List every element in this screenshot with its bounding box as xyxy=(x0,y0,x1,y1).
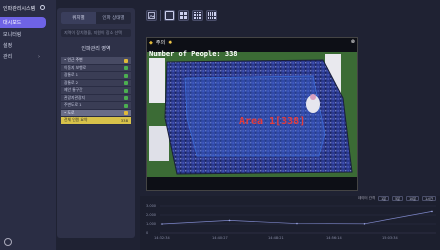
warning-icon: ◆ xyxy=(149,39,153,46)
total-row: 전체 인원 요약 338 xyxy=(61,117,131,125)
chevron-right-icon: › xyxy=(38,53,40,60)
x-tick-label: 14:48:21 xyxy=(268,236,284,240)
area-label: 이동지 보행로 xyxy=(64,64,87,70)
layout-4x4-button[interactable] xyxy=(206,9,217,21)
nav-item-dashboard[interactable]: 대시보드 xyxy=(0,17,46,28)
data-point xyxy=(228,219,231,222)
search-input[interactable]: 지역이 장치명을, 지원이 장소 선택 xyxy=(61,29,131,37)
list-item[interactable]: 주변도로 1 xyxy=(61,102,131,110)
nav-item-label: 대시보드 xyxy=(3,20,22,26)
status-badge xyxy=(124,66,128,70)
area-list: • 인근 주변 이동지 보행로 광통로 1 광통로 2 제안 통구간 관광지관광… xyxy=(61,57,131,125)
area-count: Area 1[338] xyxy=(239,116,306,127)
status-badge xyxy=(124,58,128,63)
list-item[interactable]: • 도로 xyxy=(61,109,131,117)
area-label: 관광지관광지 xyxy=(64,94,85,100)
status-badge xyxy=(124,111,128,115)
tab-by-status[interactable]: 인파 상태별 xyxy=(96,12,131,24)
toolbar-divider xyxy=(160,9,161,21)
camera-feed[interactable]: ◆ 주의 ✹ ⊗ Number of People: 338 Area 1[33… xyxy=(146,37,358,191)
single-layout-icon xyxy=(166,11,173,19)
status-badge xyxy=(124,96,128,100)
data-point xyxy=(431,210,433,213)
nav-item-label: 모니터링 xyxy=(3,32,22,38)
camera-header: ◆ 주의 ✹ xyxy=(149,39,173,47)
nav-item-label: 설정 xyxy=(3,43,13,49)
list-item[interactable]: • 인근 주변 xyxy=(61,57,131,65)
x-tick-label: 14:56:14 xyxy=(326,236,342,240)
x-tick-label: 15:03:34 xyxy=(382,236,398,240)
nav-item-label: 관리 xyxy=(3,54,13,60)
sun-icon: ✹ xyxy=(168,39,173,46)
nav-item-settings[interactable]: 설정 xyxy=(0,40,56,51)
area-label: • 도로 xyxy=(64,109,75,115)
area-label: 제안 통구간 xyxy=(64,87,83,93)
image-view-button[interactable] xyxy=(146,9,157,21)
layout-2x2-button[interactable] xyxy=(178,9,189,21)
crowd-image xyxy=(147,38,357,190)
area-label: 광통로 1 xyxy=(64,72,79,78)
image-icon xyxy=(148,11,155,19)
trend-chart: 데이터 간격 1분 5분 10분 1시간 3.000 2.000 1.000 0… xyxy=(140,196,440,250)
close-icon[interactable]: ⊗ xyxy=(351,39,355,45)
series-line xyxy=(161,211,433,225)
settings-icon[interactable] xyxy=(40,5,45,10)
app-title: 인파관리시스템 xyxy=(3,5,36,12)
list-item[interactable]: 제안 통구간 xyxy=(61,87,131,95)
data-point xyxy=(161,223,163,225)
x-tick-label: 14:40:27 xyxy=(212,236,228,240)
total-label: 전체 인원 요약 xyxy=(64,117,88,123)
area-label: • 인근 주변 xyxy=(64,57,83,63)
nav-item-monitoring[interactable]: 모니터링 xyxy=(0,29,56,40)
location-panel: 위치별 인파 상태별 지역이 장치명을, 지원이 장소 선택 인파관리 영역 •… xyxy=(57,8,135,238)
people-count: Number of People: 338 xyxy=(149,50,238,58)
area-label: 주변도로 1 xyxy=(64,102,82,108)
list-item[interactable]: 광통로 1 xyxy=(61,72,131,80)
list-item[interactable]: 관광지관광지 xyxy=(61,94,131,102)
layout-1-button[interactable] xyxy=(164,9,175,21)
left-nav: 인파관리시스템 대시보드 모니터링 설정 관리 › xyxy=(0,0,56,250)
panel-tabs: 위치별 인파 상태별 xyxy=(61,12,131,24)
grid-2x2-icon xyxy=(180,11,187,19)
status-badge xyxy=(124,103,128,108)
layout-toolbar xyxy=(146,9,217,21)
status-badge xyxy=(124,88,128,93)
list-item[interactable]: 이동지 보행로 xyxy=(61,64,131,72)
chart-plot xyxy=(160,205,436,234)
x-tick-label: 14:32:34 xyxy=(154,236,170,240)
grid-3x3-icon xyxy=(194,11,201,19)
nav-item-management[interactable]: 관리 › xyxy=(0,51,56,62)
app-window: 인파관리시스템 대시보드 모니터링 설정 관리 › 위치별 인파 상태별 지역이 … xyxy=(0,0,440,250)
area-label: 광통로 2 xyxy=(64,79,79,85)
total-value: 338 xyxy=(120,117,128,123)
area-list-title: 인파관리 영역 xyxy=(81,46,111,52)
data-point xyxy=(363,223,366,225)
tab-by-location[interactable]: 위치별 xyxy=(61,12,96,24)
status-badge xyxy=(124,73,128,78)
alert-label: 주의 xyxy=(155,40,166,46)
list-item[interactable]: 광통로 2 xyxy=(61,79,131,87)
user-icon[interactable] xyxy=(4,238,12,246)
grid-4x4-icon xyxy=(207,11,216,19)
status-badge xyxy=(124,81,128,85)
data-point xyxy=(296,222,298,225)
layout-3x3-button[interactable] xyxy=(192,9,203,21)
